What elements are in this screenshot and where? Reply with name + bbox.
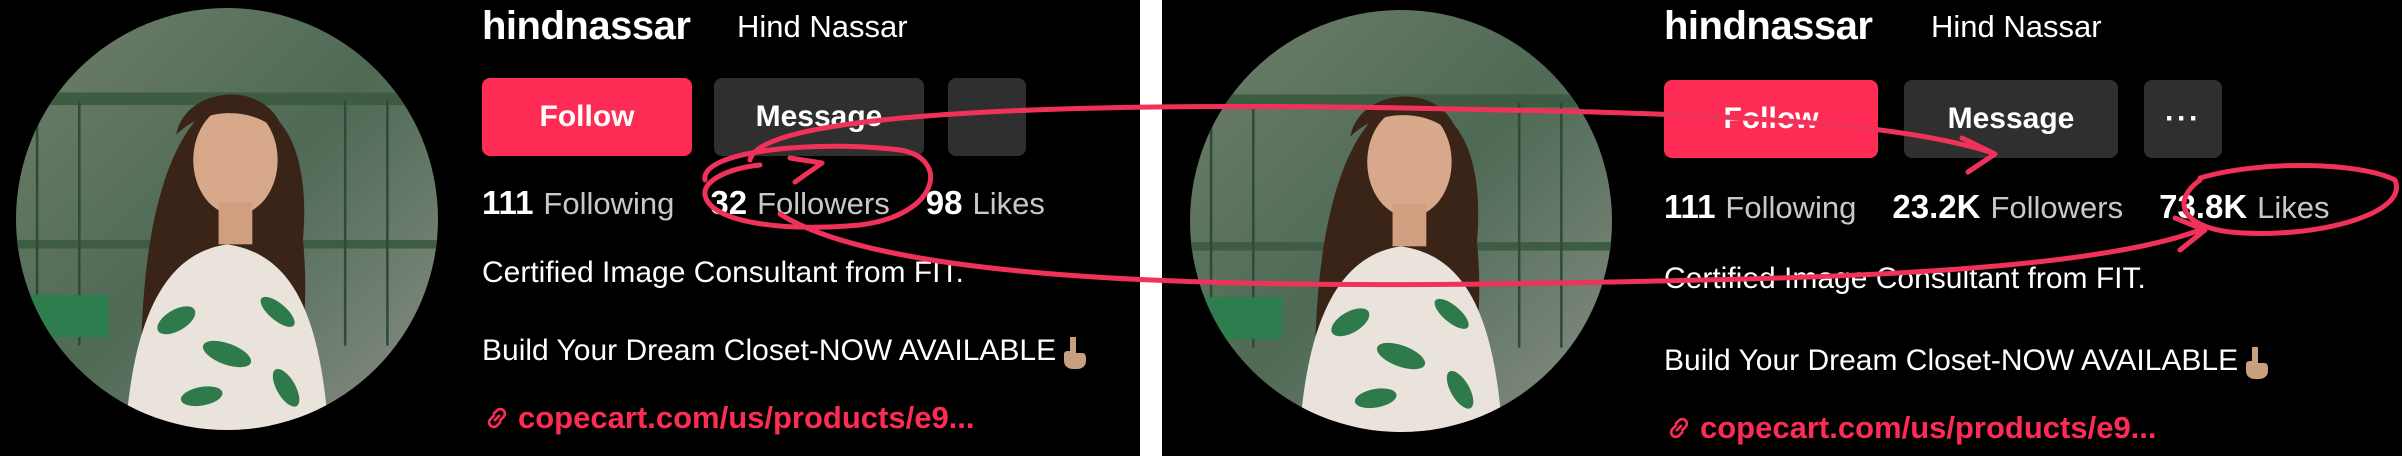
profile-link[interactable]: copecart.com/us/products/e9...	[484, 400, 975, 436]
followers-label[interactable]: Followers	[757, 186, 890, 222]
pointing-down-hand-icon	[2246, 347, 2269, 380]
comparison-stage: hindnassar Hind Nassar Follow Message 11…	[0, 0, 2402, 456]
profile-link-text[interactable]: copecart.com/us/products/e9...	[1700, 410, 2157, 446]
pointing-down-hand-icon	[1064, 337, 1087, 370]
bio-line-2: Build Your Dream Closet-NOW AVAILABLE	[1664, 344, 2270, 380]
following-count[interactable]: 111	[482, 184, 533, 222]
avatar[interactable]	[16, 8, 438, 430]
followers-count[interactable]: 32	[710, 184, 747, 222]
likes-label: Likes	[2257, 190, 2330, 225]
username: hindnassar	[482, 4, 691, 48]
following-label[interactable]: Following	[543, 186, 674, 222]
likes-count: 73.8K	[2159, 188, 2248, 225]
profile-stats: 111 Following 23.2K Followers 73.8K Like…	[1664, 188, 2366, 226]
follow-button[interactable]: Follow	[1664, 80, 1878, 158]
avatar[interactable]	[1190, 10, 1612, 432]
display-name: Hind Nassar	[737, 9, 908, 44]
following-label[interactable]: Following	[1725, 190, 1856, 226]
more-options-icon: ···	[2165, 102, 2201, 135]
profile-panel-before: hindnassar Hind Nassar Follow Message 11…	[0, 0, 1140, 456]
link-icon	[1669, 417, 1689, 439]
link-icon	[487, 407, 507, 429]
profile-link[interactable]: copecart.com/us/products/e9...	[1666, 410, 2157, 446]
likes-label: Likes	[972, 186, 1045, 221]
username: hindnassar	[1664, 4, 1873, 48]
profile-panel-after: hindnassar Hind Nassar Follow Message ··…	[1162, 0, 2402, 456]
bio-line-1: Certified Image Consultant from FIT.	[482, 256, 964, 289]
message-button[interactable]: Message	[714, 78, 924, 156]
followers-label[interactable]: Followers	[1990, 190, 2123, 226]
more-options-button[interactable]: ···	[2144, 80, 2222, 158]
followers-count[interactable]: 23.2K	[1892, 188, 1980, 226]
display-name: Hind Nassar	[1931, 9, 2102, 44]
bio-line-2-text: Build Your Dream Closet-NOW AVAILABLE	[482, 334, 1057, 367]
bio-line-1: Certified Image Consultant from FIT.	[1664, 262, 2146, 295]
likes-count: 98	[925, 184, 963, 221]
profile-link-text[interactable]: copecart.com/us/products/e9...	[518, 400, 975, 436]
following-count[interactable]: 111	[1664, 188, 1715, 226]
message-button[interactable]: Message	[1904, 80, 2118, 158]
follow-button[interactable]: Follow	[482, 78, 692, 156]
bio-line-2: Build Your Dream Closet-NOW AVAILABLE	[482, 334, 1088, 370]
avatar-photo	[1190, 10, 1612, 432]
profile-stats: 111 Following 32 Followers 98 Likes	[482, 184, 1081, 222]
bio-line-2-text: Build Your Dream Closet-NOW AVAILABLE	[1664, 344, 2239, 377]
more-options-button[interactable]	[948, 78, 1026, 156]
avatar-photo	[16, 8, 438, 430]
